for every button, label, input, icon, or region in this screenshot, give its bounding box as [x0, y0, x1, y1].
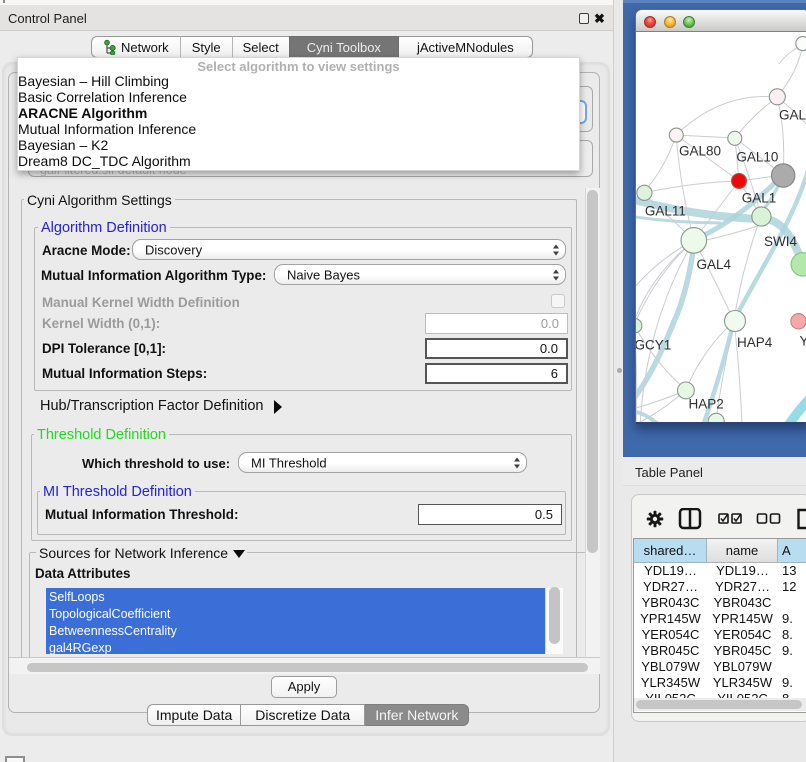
svg-text:GAL11: GAL11 [645, 204, 686, 219]
svg-text:GAL1: GAL1 [742, 190, 777, 205]
svg-text:HAP2: HAP2 [689, 397, 724, 412]
svg-text:SWI4: SWI4 [764, 234, 797, 249]
svg-text:GAL80: GAL80 [679, 144, 721, 159]
svg-text:GCY1: GCY1 [636, 338, 671, 353]
svg-text:HAP4: HAP4 [737, 335, 773, 350]
svg-text:GAL4: GAL4 [697, 257, 732, 272]
svg-text:GAL8: GAL8 [779, 108, 806, 123]
svg-text:Y: Y [800, 334, 806, 349]
svg-text:GAL10: GAL10 [736, 149, 778, 164]
